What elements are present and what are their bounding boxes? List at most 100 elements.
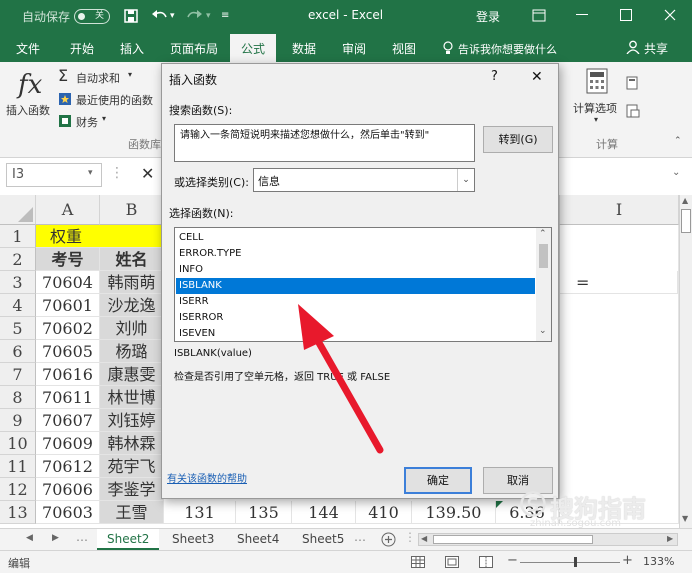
list-scroll-up-icon[interactable]: ⌃ [539,229,547,239]
collapse-ribbon-icon[interactable]: ⌃ [674,136,682,146]
minimize-icon[interactable] [576,14,588,16]
cell-exam-id[interactable]: 70601 [36,294,100,317]
tab-split-icon[interactable]: ⋮ [404,530,416,544]
select-all-corner[interactable] [0,195,36,225]
tab-insert[interactable]: 插入 [120,40,144,57]
cell-student-name[interactable]: 林世博 [100,386,164,409]
function-list-item[interactable]: CELL [176,230,535,246]
category-select[interactable]: 信息 [253,168,475,192]
scroll-right-icon[interactable]: ▶ [667,534,673,543]
function-help-link[interactable]: 有关该函数的帮助 [167,470,247,485]
tell-me-search[interactable]: 告诉我你想要做什么 [458,41,557,57]
sheet-tab-sheet4[interactable]: Sheet4 [237,529,279,550]
normal-view-icon[interactable] [411,556,425,568]
prev-sheet-icon[interactable]: ◀ [26,533,33,543]
cell-c13[interactable]: 131 [164,501,236,524]
row-header[interactable]: 9 [0,409,36,432]
page-layout-view-icon[interactable] [445,556,459,568]
cell-a13[interactable]: 70603 [36,501,100,524]
zoom-level[interactable]: 133% [643,555,674,568]
row-header[interactable]: 1 [0,225,36,248]
row-header[interactable]: 10 [0,432,36,455]
recent-functions-button[interactable]: 最近使用的函数 [76,92,153,108]
row-header[interactable]: 12 [0,478,36,501]
search-function-input[interactable]: 请输入一条简短说明来描述您想做什么，然后单击"转到" [174,124,475,162]
undo-dropdown-icon[interactable]: ▾ [170,11,175,21]
calc-options-dropdown-icon[interactable]: ▾ [594,115,598,124]
cell-student-name[interactable]: 韩林霖 [100,432,164,455]
zoom-out-icon[interactable]: − [507,553,518,568]
row-header[interactable]: 7 [0,363,36,386]
cell-d13[interactable]: 135 [236,501,292,524]
calculate-now-icon[interactable] [626,76,638,90]
cell-exam-id[interactable]: 70609 [36,432,100,455]
insert-function-icon[interactable]: fx [18,70,42,100]
ribbon-display-icon[interactable] [532,9,546,22]
horizontal-scrollbar[interactable]: ◀ ▶ [418,533,678,546]
cell-g13[interactable]: 139.50 [412,501,496,524]
expand-formula-bar-icon[interactable]: ⌄ [672,167,680,178]
cell-student-name[interactable]: 杨璐 [100,340,164,363]
category-dropdown-icon[interactable]: ⌄ [457,169,474,191]
cell-student-name[interactable]: 苑宇飞 [100,455,164,478]
vertical-scrollbar[interactable]: ▲ ▼ [679,195,692,528]
autosum-dropdown-icon[interactable]: ▾ [128,70,132,79]
zoom-slider[interactable] [520,562,620,563]
cell-exam-id[interactable]: 70606 [36,478,100,501]
tab-data[interactable]: 数据 [292,40,316,57]
tab-file[interactable]: 文件 [16,40,40,57]
calculate-sheet-icon[interactable] [626,104,640,118]
customize-toolbar-icon[interactable]: ≡ [221,10,229,21]
cell-e13[interactable]: 144 [292,501,356,524]
cell-f13[interactable]: 410 [356,501,412,524]
sheet-tab-sheet3[interactable]: Sheet3 [172,529,214,550]
undo-icon[interactable] [151,8,169,24]
cell-exam-id[interactable]: 70604 [36,271,100,294]
cell-exam-id[interactable]: 70616 [36,363,100,386]
cell-student-name[interactable]: 刘帅 [100,317,164,340]
list-scroll-down-icon[interactable]: ⌄ [539,326,547,336]
list-scroll-thumb[interactable] [539,244,548,268]
zoom-slider-thumb[interactable] [574,557,577,567]
scroll-up-icon[interactable]: ▲ [682,196,688,205]
financial-dropdown-icon[interactable]: ▾ [102,114,106,123]
zoom-in-icon[interactable]: + [622,553,633,568]
column-i-area[interactable] [559,225,679,524]
row-header[interactable]: 11 [0,455,36,478]
share-button[interactable]: 共享 [644,40,668,57]
tab-page-layout[interactable]: 页面布局 [170,40,218,57]
more-sheets-right-icon[interactable]: … [354,530,366,544]
ok-button[interactable]: 确定 [404,467,472,494]
tab-home[interactable]: 开始 [70,40,94,57]
row-header[interactable]: 4 [0,294,36,317]
dialog-close-button[interactable]: ✕ [531,69,543,85]
cell-a2[interactable]: 考号 [36,248,100,271]
function-list-item[interactable]: ERROR.TYPE [176,246,535,262]
row-header[interactable]: 8 [0,386,36,409]
row-header[interactable]: 13 [0,501,36,524]
close-window-icon[interactable] [664,9,676,21]
next-sheet-icon[interactable]: ▶ [52,533,59,543]
row-header[interactable]: 5 [0,317,36,340]
save-icon[interactable] [123,8,139,24]
cell-exam-id[interactable]: 70602 [36,317,100,340]
cell-b2[interactable]: 姓名 [100,248,164,271]
cell-exam-id[interactable]: 70607 [36,409,100,432]
cell-exam-id[interactable]: 70605 [36,340,100,363]
cell-student-name[interactable]: 康惠雯 [100,363,164,386]
column-header-i[interactable]: I [559,195,679,225]
horizontal-scroll-thumb[interactable] [433,535,593,544]
cell-student-name[interactable]: 刘钰婷 [100,409,164,432]
tab-formulas[interactable]: 公式 [230,34,277,62]
row-header[interactable]: 6 [0,340,36,363]
scroll-left-icon[interactable]: ◀ [421,534,427,543]
function-list-scrollbar[interactable]: ⌃ ⌄ [536,228,551,341]
row-header[interactable]: 2 [0,248,36,271]
cell-student-name[interactable]: 韩雨萌 [100,271,164,294]
calc-options-button[interactable]: 计算选项 [573,100,617,116]
cell-exam-id[interactable]: 70611 [36,386,100,409]
function-list-item[interactable]: INFO [176,262,535,278]
sheet-tab-sheet2[interactable]: Sheet2 [97,529,160,550]
autosum-button[interactable]: 自动求和 [76,70,120,86]
sheet-tab-sheet5[interactable]: Sheet5 [302,529,344,550]
